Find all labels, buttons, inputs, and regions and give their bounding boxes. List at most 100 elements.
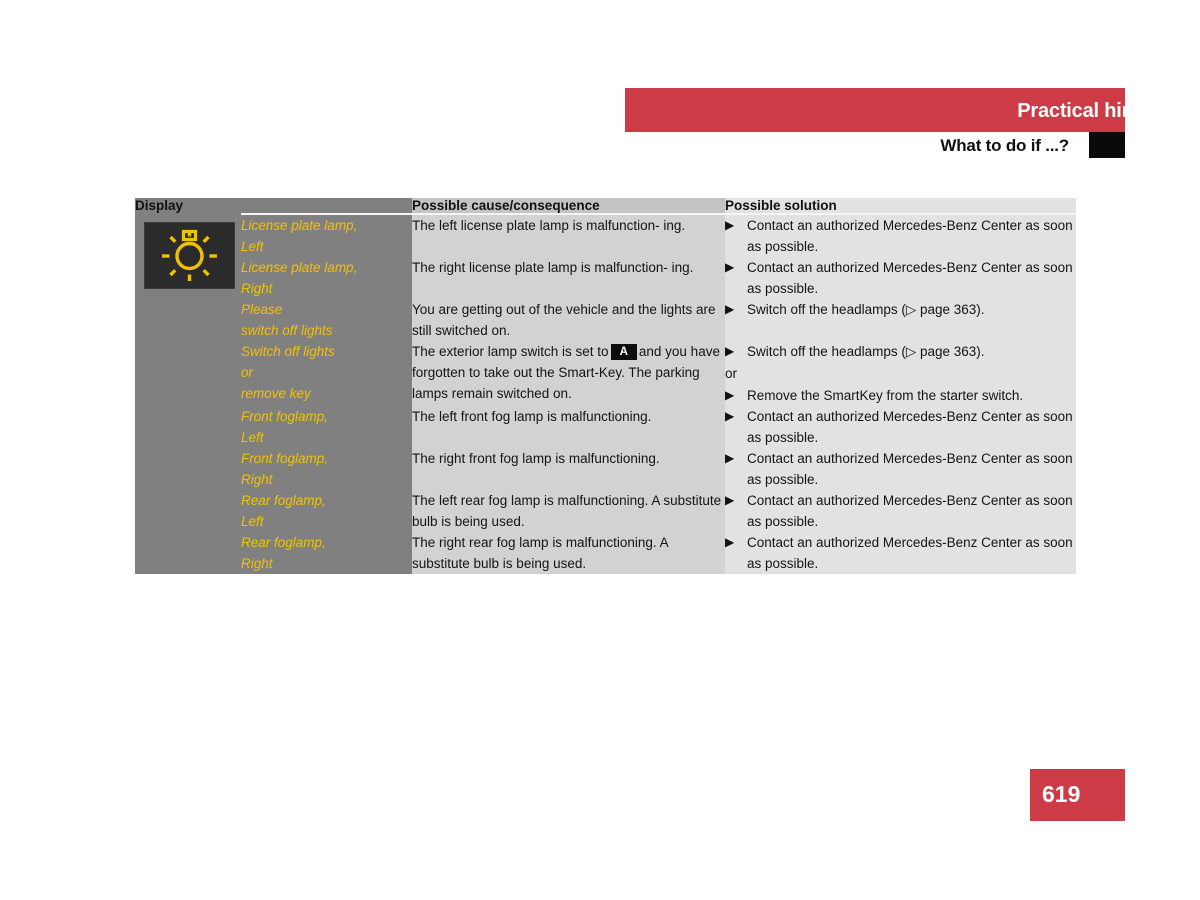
solution-text: Switch off the headlamps (▷ page 363). — [747, 302, 985, 317]
solution-text: Contact an authorized Mercedes-Benz Cent… — [747, 260, 1073, 296]
solution-separator: or — [725, 366, 738, 381]
cause-text: The left front fog lamp is malfunctionin… — [412, 409, 652, 424]
display-text-cell: Switch off lights or remove key — [241, 341, 412, 406]
display-text-cell: License plate lamp, Right — [241, 257, 412, 299]
column-header-cause: Possible cause/consequence — [412, 198, 725, 214]
cause-text-part1: The exterior lamp switch is set to — [412, 344, 609, 359]
cause-text: The right front fog lamp is malfunctioni… — [412, 451, 660, 466]
display-line: Left — [241, 514, 264, 529]
table-header-row: Display Possible cause/consequence Possi… — [135, 198, 1076, 214]
display-text-cell: Rear foglamp, Right — [241, 532, 412, 574]
cause-cell: The right license plate lamp is malfunct… — [412, 257, 725, 299]
display-line: License plate lamp, — [241, 260, 358, 275]
display-line: Left — [241, 430, 264, 445]
display-icon-cell — [135, 448, 241, 490]
page-number: 619 — [1042, 781, 1081, 807]
column-header-display-spacer — [241, 198, 412, 214]
triangle-bullet-icon: ▶ — [725, 218, 735, 232]
display-line: Front foglamp, — [241, 409, 329, 424]
solution-bullet: ▶ Switch off the headlamps (▷ page 363). — [725, 341, 1076, 362]
cause-text: The right rear fog lamp is malfunctionin… — [412, 535, 668, 571]
display-text-cell: Front foglamp, Right — [241, 448, 412, 490]
display-line: Right — [241, 556, 273, 571]
cause-cell: You are getting out of the vehicle and t… — [412, 299, 725, 341]
solution-bullet: ▶ Contact an authorized Mercedes-Benz Ce… — [725, 257, 1076, 299]
solution-cell: ▶ Contact an authorized Mercedes-Benz Ce… — [725, 213, 1076, 257]
solution-bullet: ▶ Contact an authorized Mercedes-Benz Ce… — [725, 406, 1076, 448]
triangle-bullet-icon: ▶ — [725, 388, 735, 402]
solution-text: Contact an authorized Mercedes-Benz Cent… — [747, 493, 1073, 529]
table-row: License plate lamp, Left The left licens… — [135, 213, 1076, 299]
solution-text: Contact an authorized Mercedes-Benz Cent… — [747, 451, 1073, 487]
table-row: Rear foglamp, Right The right rear fog l… — [135, 532, 1076, 574]
triangle-bullet-icon: ▶ — [725, 535, 735, 549]
display-icon-cell — [135, 341, 241, 406]
table-row: Front foglamp, Right The right front fog… — [135, 448, 1076, 490]
solution-cell: ▶ Contact an authorized Mercedes-Benz Ce… — [725, 257, 1076, 299]
table-row: Switch off lights or remove key The exte… — [135, 341, 1076, 406]
solution-text: Contact an authorized Mercedes-Benz Cent… — [747, 409, 1073, 445]
display-icon-cell — [135, 214, 241, 299]
page-number-badge: 619 — [1030, 769, 1125, 821]
column-header-solution: Possible solution — [725, 198, 1076, 214]
triangle-bullet-icon: ▶ — [725, 493, 735, 507]
cause-cell: The exterior lamp switch is set to Aand y… — [412, 341, 725, 406]
solution-cell: ▶ Contact an authorized Mercedes-Benz Ce… — [725, 490, 1076, 532]
triangle-bullet-icon: ▶ — [725, 344, 735, 358]
display-text-cell: Please switch off lights — [241, 299, 412, 341]
triangle-bullet-icon: ▶ — [725, 409, 735, 423]
hints-table-container: Display Possible cause/consequence Possi… — [135, 198, 1076, 574]
display-icon-cell — [135, 299, 241, 341]
display-text-cell: Rear foglamp, Left — [241, 490, 412, 532]
display-line: Left — [241, 239, 264, 254]
solution-cell: ▶ Contact an authorized Mercedes-Benz Ce… — [725, 448, 1076, 490]
section-subtitle: What to do if ...? — [940, 136, 1069, 155]
solution-bullet: ▶ Switch off the headlamps (▷ page 363). — [725, 299, 1076, 320]
chapter-marker-square — [1089, 132, 1125, 158]
header-subtitle-row: What to do if ...? — [625, 132, 1125, 158]
cause-cell: The left rear fog lamp is malfunctioning… — [412, 490, 725, 532]
solution-text: Switch off the headlamps (▷ page 363). — [747, 344, 985, 359]
solution-bullet: ▶ Contact an authorized Mercedes-Benz Ce… — [725, 215, 1076, 257]
solution-cell: ▶ Contact an authorized Mercedes-Benz Ce… — [725, 406, 1076, 448]
solution-bullet: ▶ Remove the SmartKey from the starter s… — [725, 385, 1076, 406]
solution-bullet: ▶ Contact an authorized Mercedes-Benz Ce… — [725, 490, 1076, 532]
display-line: Rear foglamp, — [241, 535, 326, 550]
cause-text: The left license plate lamp is malfuncti… — [412, 218, 686, 233]
solution-text: Remove the SmartKey from the starter swi… — [747, 388, 1024, 403]
solution-text: Contact an authorized Mercedes-Benz Cent… — [747, 535, 1073, 571]
page-title: Practical hints — [1017, 100, 1151, 122]
page-header: Practical hints What to do if ...? — [0, 0, 1200, 190]
cause-text: The right license plate lamp is malfunct… — [412, 260, 694, 275]
table-row: Please switch off lights You are getting… — [135, 299, 1076, 341]
display-icon-cell — [135, 490, 241, 532]
cause-cell: The right rear fog lamp is malfunctionin… — [412, 532, 725, 574]
solution-bullet: ▶ Contact an authorized Mercedes-Benz Ce… — [725, 532, 1076, 574]
display-line: Rear foglamp, — [241, 493, 326, 508]
lamp-bulb-warning-icon — [144, 222, 235, 289]
display-line: switch off lights — [241, 323, 333, 338]
display-icon-cell — [135, 406, 241, 448]
display-text-cell: Front foglamp, Left — [241, 406, 412, 448]
table-row: License plate lamp, Right The right lice… — [135, 257, 1076, 299]
display-line: License plate lamp, — [241, 218, 358, 233]
solution-cell: ▶ Switch off the headlamps (▷ page 363).… — [725, 341, 1076, 406]
display-line: Switch off lights — [241, 344, 335, 359]
display-line: Right — [241, 281, 273, 296]
hints-table: Display Possible cause/consequence Possi… — [135, 198, 1076, 574]
exterior-lamp-switch-auto-badge: A — [610, 344, 637, 360]
cause-cell: The left front fog lamp is malfunctionin… — [412, 406, 725, 448]
solution-cell: ▶ Switch off the headlamps (▷ page 363). — [725, 299, 1076, 341]
display-text-cell: License plate lamp, Left — [241, 213, 412, 257]
solution-cell: ▶ Contact an authorized Mercedes-Benz Ce… — [725, 532, 1076, 574]
column-header-display: Display — [135, 198, 241, 214]
table-row: Rear foglamp, Left The left rear fog lam… — [135, 490, 1076, 532]
triangle-bullet-icon: ▶ — [725, 451, 735, 465]
display-icon-cell — [135, 532, 241, 574]
cause-text: You are getting out of the vehicle and t… — [412, 302, 716, 338]
triangle-bullet-icon: ▶ — [725, 260, 735, 274]
display-line: Right — [241, 472, 273, 487]
cause-cell: The right front fog lamp is malfunctioni… — [412, 448, 725, 490]
display-line: Please — [241, 302, 283, 317]
display-line: Front foglamp, — [241, 451, 329, 466]
